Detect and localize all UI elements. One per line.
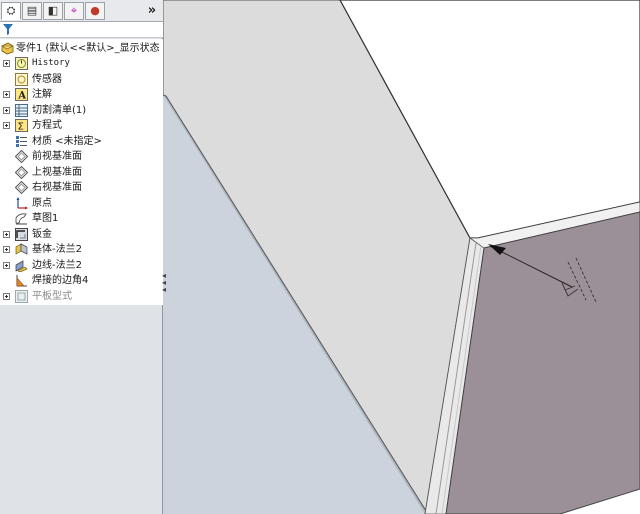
manager-tab-bar: ⛭ ▤ ◧ ⌖ ● » bbox=[0, 0, 163, 22]
tree-item[interactable]: Σ 方程式 bbox=[0, 118, 163, 133]
tree-item-label: 方程式 bbox=[32, 120, 62, 131]
crosshair-icon: ⌖ bbox=[70, 4, 78, 17]
tree-item-label: 原点 bbox=[32, 197, 52, 209]
plane-icon bbox=[14, 180, 29, 195]
expand-toggle-icon[interactable] bbox=[3, 261, 10, 269]
property-manager-tab[interactable]: ▤ bbox=[22, 2, 42, 20]
tree-item-label: 边线-法兰2 bbox=[32, 259, 82, 271]
edge-flange-icon bbox=[15, 259, 28, 272]
feature-tree: 零件1 (默认<<默认>_显示状态 History 传感器 A 注解切割清单(1) Σ 方… bbox=[0, 39, 163, 305]
material-icon bbox=[15, 135, 28, 148]
feature-manager-tab[interactable]: ⛭ bbox=[1, 2, 21, 20]
panel-resize-handle[interactable]: ◂ ◂ ◂ bbox=[161, 272, 167, 302]
tree-item[interactable]: 焊接的边角4 bbox=[0, 273, 163, 288]
tree-item-label: 注解 bbox=[32, 89, 52, 100]
cut-list-icon bbox=[15, 103, 28, 117]
tree-item-label: 钣金 bbox=[32, 228, 52, 240]
sheet-metal-icon bbox=[15, 227, 28, 241]
feature-manager-panel: ⛭ ▤ ◧ ⌖ ● » 零件1 (默认<<默认>_显示状态 History 传感器… bbox=[0, 0, 166, 514]
display-manager-tab[interactable]: ● bbox=[85, 2, 105, 20]
history-icon bbox=[15, 57, 28, 70]
tree-item-label: 右视基准面 bbox=[32, 182, 82, 193]
dimxpert-tab[interactable]: ⌖ bbox=[64, 2, 84, 20]
plane-icon bbox=[14, 165, 29, 179]
tree-root-label: 零件1 (默认<<默认>_显示状态 bbox=[16, 43, 160, 54]
expand-toggle-icon[interactable] bbox=[3, 122, 10, 129]
configuration-manager-tab[interactable]: ◧ bbox=[43, 2, 63, 20]
tree-item[interactable]: A 注解 bbox=[0, 87, 163, 102]
feature-tree-icon: ⛭ bbox=[6, 4, 16, 17]
tree-item-label: 传感器 bbox=[32, 73, 62, 85]
tree-item[interactable]: 基体-法兰2 bbox=[0, 242, 163, 257]
expand-toggle-icon[interactable] bbox=[3, 106, 10, 114]
sketch-icon bbox=[15, 212, 28, 225]
tree-item[interactable]: 边线-法兰2 bbox=[0, 258, 163, 273]
tree-item-label: 平板型式 bbox=[32, 290, 72, 302]
equation-icon: Σ bbox=[15, 119, 28, 133]
filter-icon[interactable] bbox=[3, 24, 13, 35]
sensor-icon bbox=[15, 72, 28, 86]
expand-toggle-icon[interactable] bbox=[3, 246, 10, 253]
tree-item[interactable]: 传感器 bbox=[0, 72, 163, 87]
expand-toggle-icon[interactable] bbox=[3, 60, 10, 67]
expand-toggle-icon[interactable] bbox=[3, 230, 10, 238]
tree-item-label: History bbox=[32, 58, 70, 68]
tree-root-part[interactable]: 零件1 (默认<<默认>_显示状态 bbox=[0, 41, 163, 56]
tree-item[interactable]: 材质 <未指定> bbox=[0, 134, 163, 149]
expand-tabs-button[interactable]: » bbox=[145, 2, 159, 20]
tree-item-label: 切割清单(1) bbox=[32, 104, 87, 116]
tree-item-label: 基体-法兰2 bbox=[32, 244, 82, 255]
tree-item[interactable]: 平板型式 bbox=[0, 289, 163, 304]
tree-item[interactable]: 钣金 bbox=[0, 227, 163, 242]
tree-item[interactable]: 右视基准面 bbox=[0, 180, 163, 195]
part-icon bbox=[0, 42, 14, 55]
origin-icon bbox=[15, 196, 28, 210]
expand-toggle-icon[interactable] bbox=[3, 91, 10, 98]
property-icon: ▤ bbox=[26, 4, 38, 17]
appearance-icon: ● bbox=[90, 4, 100, 17]
tree-item-label: 材质 <未指定> bbox=[32, 135, 102, 147]
configuration-icon: ◧ bbox=[47, 4, 59, 17]
plane-icon bbox=[14, 149, 29, 164]
tree-item-label: 前视基准面 bbox=[32, 151, 82, 162]
base-flange-icon bbox=[15, 243, 28, 256]
flat-pattern-icon bbox=[15, 289, 28, 303]
welded-corner-icon bbox=[15, 274, 28, 287]
tree-item[interactable]: 上视基准面 bbox=[0, 165, 163, 180]
svg-text:Σ: Σ bbox=[18, 122, 24, 133]
tree-item-label: 上视基准面 bbox=[32, 166, 82, 178]
tree-item-label: 焊接的边角4 bbox=[32, 275, 89, 286]
annotation-icon: A bbox=[15, 88, 28, 102]
filter-input[interactable] bbox=[16, 22, 160, 37]
tree-item[interactable]: 前视基准面 bbox=[0, 149, 163, 164]
expand-toggle-icon[interactable] bbox=[3, 292, 10, 300]
tree-item-label: 草图1 bbox=[32, 213, 59, 224]
tree-filter bbox=[0, 22, 163, 38]
tree-item[interactable]: 切割清单(1) bbox=[0, 103, 163, 118]
tree-item[interactable]: 原点 bbox=[0, 196, 163, 211]
tree-item[interactable]: History bbox=[0, 56, 163, 71]
tree-item[interactable]: 草图1 bbox=[0, 211, 163, 226]
svg-text:A: A bbox=[17, 91, 26, 102]
